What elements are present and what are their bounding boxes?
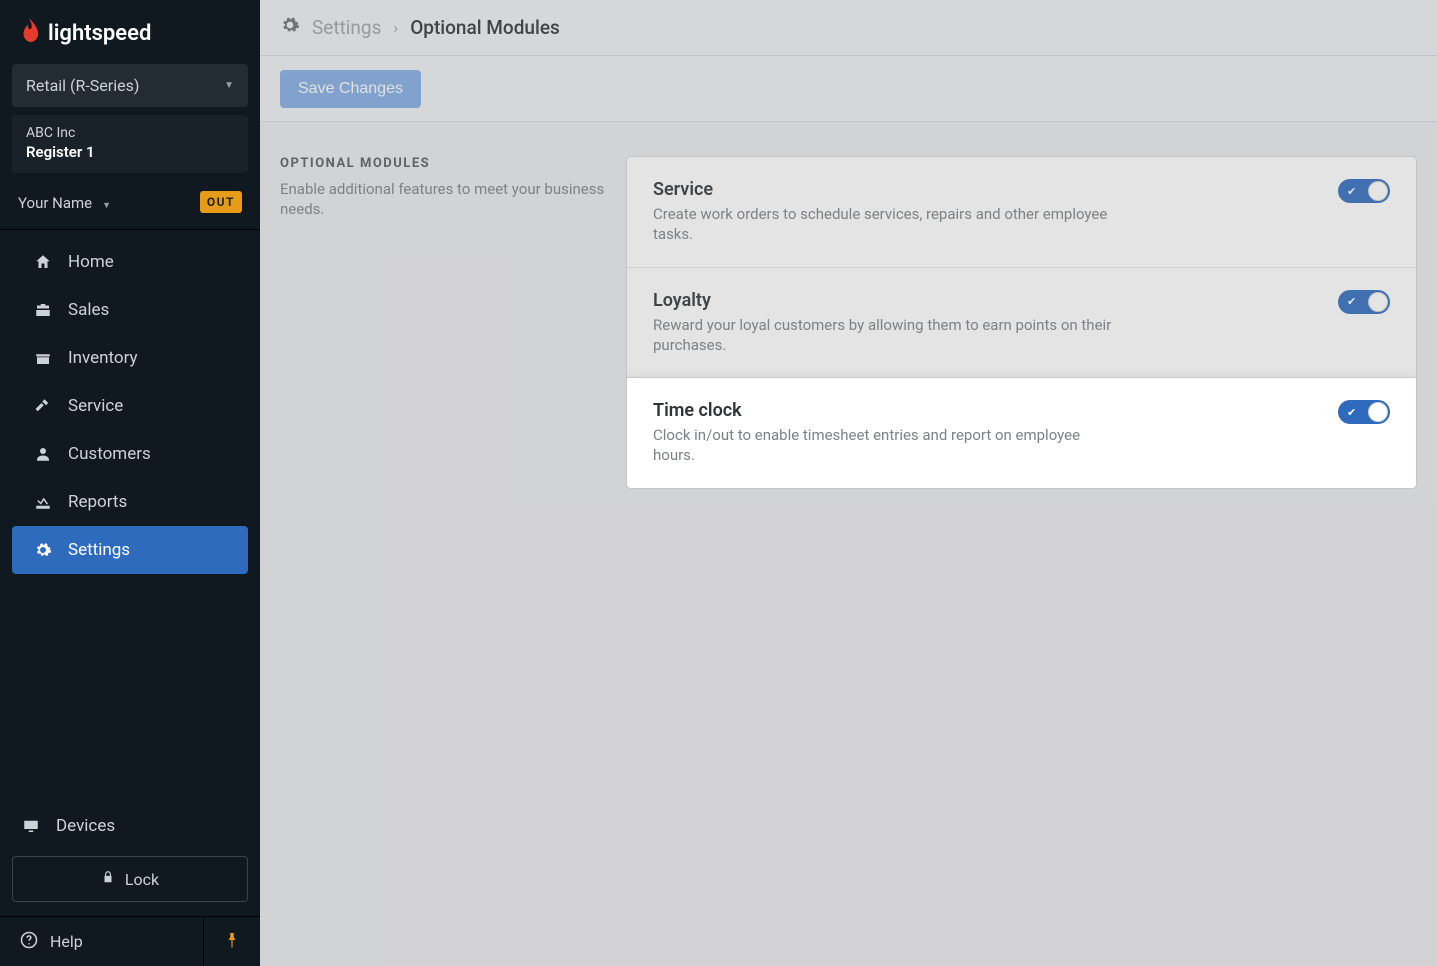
user-row[interactable]: Your Name ▼ OUT [0, 177, 260, 230]
brand-logo: lightspeed [0, 0, 260, 64]
clock-status-badge[interactable]: OUT [200, 191, 242, 213]
lock-label: Lock [125, 870, 159, 889]
section-description: Enable additional features to meet your … [280, 179, 606, 220]
nav-devices[interactable]: Devices [12, 802, 248, 850]
breadcrumb-root[interactable]: Settings [312, 16, 381, 39]
module-description: Clock in/out to enable timesheet entries… [653, 425, 1123, 466]
module-description: Reward your loyal customers by allowing … [653, 315, 1123, 356]
breadcrumb-bar: Settings › Optional Modules [260, 0, 1437, 56]
module-service: Service Create work orders to schedule s… [627, 157, 1416, 268]
nav-label: Home [68, 252, 114, 272]
chart-icon [34, 493, 52, 511]
product-selector[interactable]: Retail (R-Series) ▼ [12, 64, 248, 107]
nav-label: Customers [68, 444, 151, 464]
nav-service[interactable]: Service [12, 382, 248, 430]
action-bar: Save Changes [260, 56, 1437, 122]
nav-reports[interactable]: Reports [12, 478, 248, 526]
module-title: Service [653, 179, 1123, 200]
main-area: Settings › Optional Modules Save Changes… [260, 0, 1437, 966]
help-label: Help [50, 932, 83, 951]
module-title: Time clock [653, 400, 1123, 421]
breadcrumb-current: Optional Modules [410, 16, 560, 39]
check-icon: ✔ [1347, 295, 1356, 308]
account-box[interactable]: ABC Inc Register 1 [12, 115, 248, 173]
company-name: ABC Inc [26, 125, 234, 141]
hammer-icon [34, 397, 52, 415]
lock-button[interactable]: Lock [12, 856, 248, 902]
sidebar-bottom: Devices Lock [0, 802, 260, 916]
section-info: OPTIONAL MODULES Enable additional featu… [280, 156, 606, 220]
monitor-icon [22, 817, 40, 835]
register-name: Register 1 [26, 143, 234, 161]
user-name: Your Name [18, 194, 92, 212]
nav-label: Sales [68, 300, 109, 320]
module-loyalty: Loyalty Reward your loyal customers by a… [627, 268, 1416, 379]
section-title: OPTIONAL MODULES [280, 156, 606, 171]
nav-sales[interactable]: Sales [12, 286, 248, 334]
question-icon [20, 931, 38, 953]
pin-button[interactable] [204, 917, 260, 966]
nav-settings[interactable]: Settings [12, 526, 248, 574]
gear-icon [280, 15, 300, 40]
chevron-right-icon: › [393, 18, 398, 37]
sidebar: lightspeed Retail (R-Series) ▼ ABC Inc R… [0, 0, 260, 966]
nav-customers[interactable]: Customers [12, 430, 248, 478]
chevron-down-icon: ▼ [102, 201, 111, 211]
nav-label: Reports [68, 492, 127, 512]
home-icon [34, 253, 52, 271]
toggle-knob [1368, 292, 1388, 312]
module-title: Loyalty [653, 290, 1123, 311]
check-icon: ✔ [1347, 406, 1356, 419]
module-toggle-loyalty[interactable]: ✔ [1338, 290, 1390, 314]
module-toggle-time-clock[interactable]: ✔ [1338, 400, 1390, 424]
content-area: OPTIONAL MODULES Enable additional featu… [260, 122, 1437, 966]
check-icon: ✔ [1347, 185, 1356, 198]
main-nav: Home Sales Inventory Service Customers R… [0, 230, 260, 802]
sidebar-footer: Help [0, 916, 260, 966]
product-selector-label: Retail (R-Series) [26, 76, 139, 95]
toggle-knob [1368, 181, 1388, 201]
toggle-knob [1368, 402, 1388, 422]
save-button[interactable]: Save Changes [280, 70, 421, 108]
nav-label: Inventory [68, 348, 138, 368]
lock-icon [101, 869, 115, 889]
nav-inventory[interactable]: Inventory [12, 334, 248, 382]
chevron-down-icon: ▼ [224, 80, 234, 91]
gear-icon [34, 541, 52, 559]
module-toggle-service[interactable]: ✔ [1338, 179, 1390, 203]
brand-name: lightspeed [48, 21, 151, 46]
box-icon [34, 349, 52, 367]
register-icon [34, 301, 52, 319]
nav-home[interactable]: Home [12, 238, 248, 286]
pin-icon [225, 931, 239, 953]
nav-label: Devices [56, 816, 115, 836]
modules-panel: Service Create work orders to schedule s… [626, 156, 1417, 489]
nav-label: Settings [68, 540, 130, 560]
nav-label: Service [68, 396, 123, 416]
help-button[interactable]: Help [0, 917, 204, 966]
user-icon [34, 445, 52, 463]
flame-icon [18, 18, 40, 48]
module-time-clock: Time clock Clock in/out to enable timesh… [627, 378, 1416, 488]
module-description: Create work orders to schedule services,… [653, 204, 1123, 245]
modules-card: Service Create work orders to schedule s… [626, 156, 1417, 489]
